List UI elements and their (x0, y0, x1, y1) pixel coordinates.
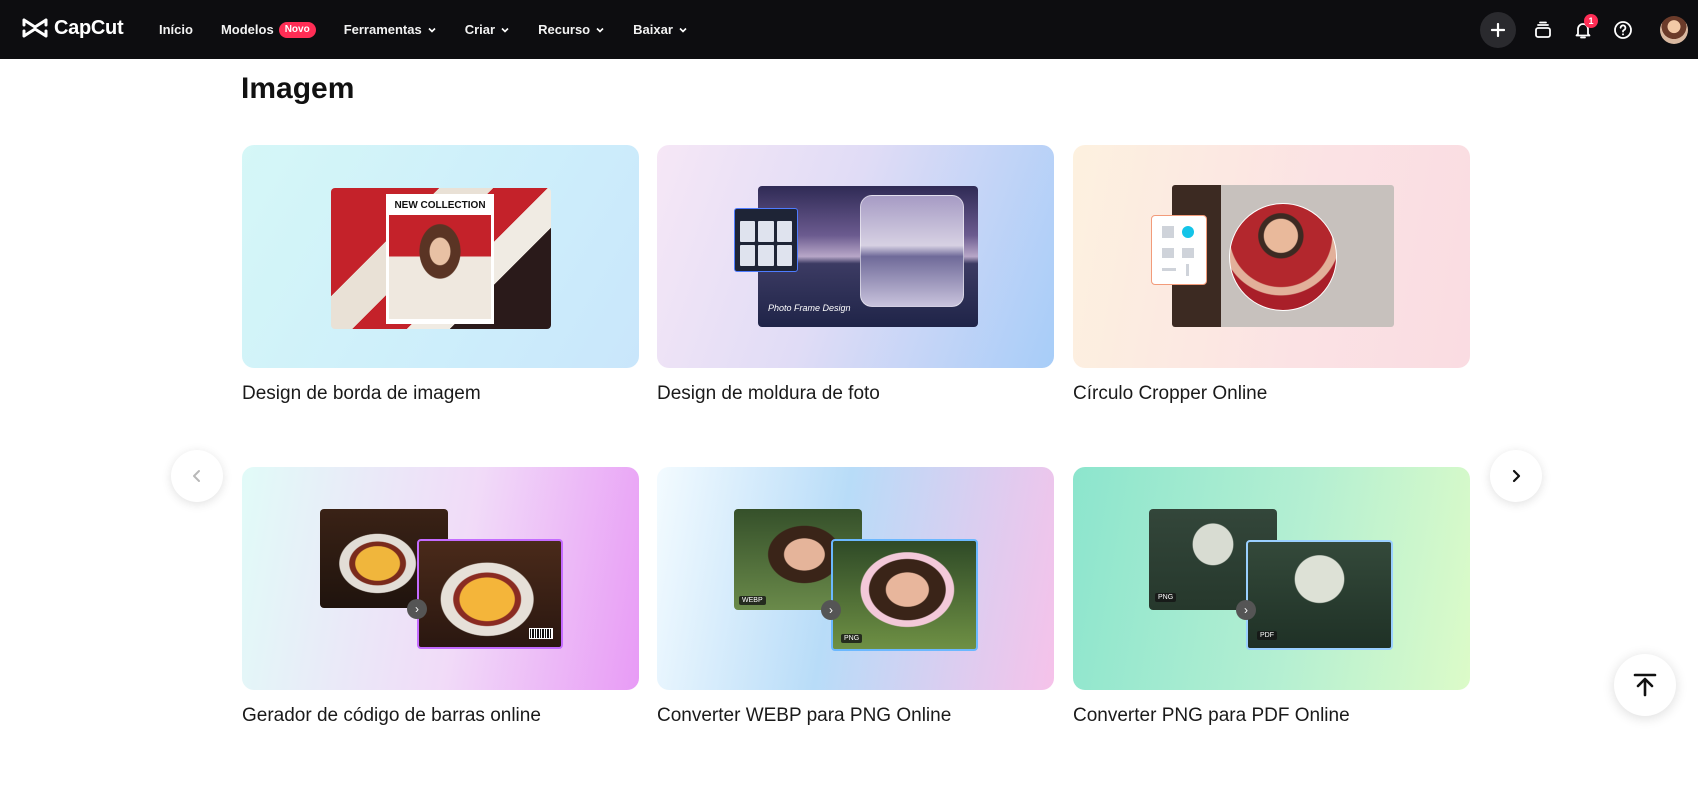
format-tag: PNG (1155, 593, 1177, 602)
tool-card-png-to-pdf[interactable]: PNG PDF › Converter PNG para PDF Online (1073, 467, 1470, 726)
layers-icon (1535, 21, 1551, 38)
nav-item-label: Criar (464, 22, 496, 37)
arrow-right-icon: › (407, 599, 427, 619)
card-caption: Círculo Cropper Online (1073, 383, 1268, 404)
card-thumbnail: NEW COLLECTION (242, 145, 639, 368)
back-to-top-button[interactable] (1614, 654, 1676, 716)
notification-count-badge: 1 (1584, 13, 1598, 28)
chevron-down-icon (501, 27, 509, 33)
toolbar-right: 1 (1480, 0, 1688, 59)
chevron-right-icon (1512, 469, 1521, 483)
nav-item-criar[interactable]: Criar (465, 22, 510, 37)
projects-button[interactable] (1530, 17, 1556, 43)
chevron-left-icon (193, 470, 200, 482)
card-thumbnail: PNG PDF › (1073, 467, 1470, 690)
tool-card-photo-frame[interactable]: Photo Frame Design Design de moldura de … (657, 145, 1054, 404)
crop-circle (1229, 203, 1337, 311)
nav-item-label: Ferramentas (343, 22, 422, 37)
new-badge: Novo (278, 21, 316, 38)
create-button[interactable] (1480, 11, 1516, 48)
frame-options-panel (734, 208, 798, 272)
preview-image-result: PNG (831, 539, 978, 651)
chevron-down-icon (679, 27, 687, 33)
nav-item-ferramentas[interactable]: Ferramentas (344, 22, 437, 37)
format-tag: PDF (1257, 631, 1277, 640)
card-thumbnail (1073, 145, 1470, 368)
preview-image-result (417, 539, 563, 649)
capcut-logo-icon (22, 18, 48, 38)
format-tag: PNG (841, 634, 863, 643)
arrow-right-icon: › (1236, 600, 1256, 620)
card-thumbnail: › (242, 467, 639, 690)
nav-item-baixar[interactable]: Baixar (633, 22, 688, 37)
user-avatar[interactable] (1660, 15, 1688, 44)
arrow-up-icon (1633, 673, 1657, 697)
carousel-next-button[interactable] (1490, 450, 1542, 502)
chevron-down-icon (428, 27, 436, 33)
main-nav: Início Modelos Novo Ferramentas Criar Re… (159, 0, 716, 59)
logo-text: CapCut (54, 16, 124, 39)
tool-card-webp-to-png[interactable]: WEBP PNG › Converter WEBP para PNG Onlin… (657, 467, 1054, 726)
card-thumbnail: WEBP PNG › (657, 467, 1054, 690)
preview-inset (860, 195, 964, 307)
card-thumbnail: Photo Frame Design (657, 145, 1054, 368)
help-button[interactable] (1610, 17, 1636, 43)
preview-image-result: PDF (1246, 540, 1393, 650)
tool-card-barcode-generator[interactable]: › Gerador de código de barras online (242, 467, 639, 726)
help-icon (1614, 20, 1632, 39)
barcode-icon (529, 628, 553, 639)
shapes-panel (1151, 215, 1207, 285)
nav-item-label: Modelos (220, 22, 274, 37)
notifications-button[interactable]: 1 (1570, 13, 1598, 43)
format-tag: WEBP (739, 596, 766, 605)
tool-card-circle-cropper[interactable]: Círculo Cropper Online (1073, 145, 1470, 404)
preview-frame: NEW COLLECTION (386, 194, 494, 324)
arrow-right-icon: › (821, 600, 841, 620)
preview-label: NEW COLLECTION (394, 200, 486, 211)
nav-item-inicio[interactable]: Início (159, 22, 193, 37)
nav-item-label: Baixar (633, 22, 673, 37)
nav-item-recurso[interactable]: Recurso (538, 22, 605, 37)
card-caption: Converter WEBP para PNG Online (657, 705, 952, 726)
top-navigation-bar: CapCut Início Modelos Novo Ferramentas C… (0, 0, 1698, 59)
tool-card-image-border[interactable]: NEW COLLECTION Design de borda de imagem (242, 145, 639, 404)
capcut-logo[interactable]: CapCut (22, 16, 124, 40)
section-title: Imagem (241, 72, 355, 105)
nav-item-label: Início (159, 22, 193, 37)
preview-label: Photo Frame Design (768, 303, 851, 313)
plus-icon (1491, 22, 1505, 37)
card-caption: Design de moldura de foto (657, 383, 880, 404)
chevron-down-icon (596, 27, 604, 33)
card-caption: Design de borda de imagem (242, 383, 481, 404)
preview-photo (389, 215, 491, 319)
card-caption: Gerador de código de barras online (242, 705, 541, 726)
nav-item-label: Recurso (538, 22, 591, 37)
nav-item-modelos[interactable]: Modelos Novo (220, 21, 316, 38)
card-caption: Converter PNG para PDF Online (1073, 705, 1350, 726)
carousel-prev-button[interactable] (171, 450, 223, 502)
